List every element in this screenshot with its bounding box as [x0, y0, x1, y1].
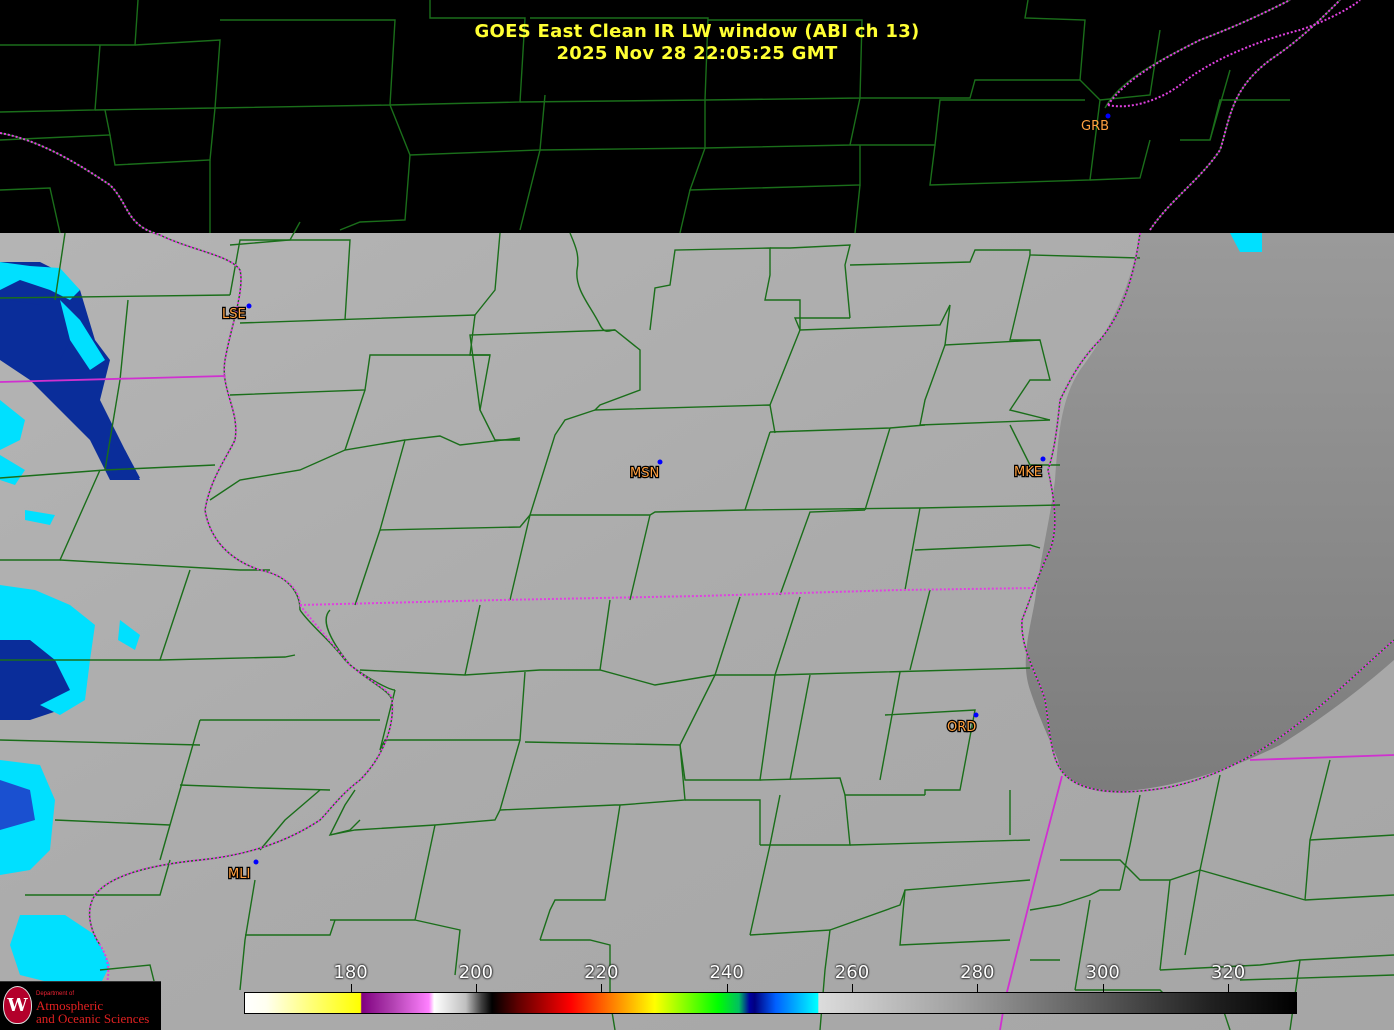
colorbar-tick-mark — [601, 984, 603, 992]
colorbar-tick-mark — [851, 984, 853, 992]
colorbar-tick-label-280: 280 — [960, 962, 995, 983]
colorbar-tick-mark — [475, 984, 477, 992]
satellite-image-page: GRB LSE MSN MKE ORD MLI GOES East Clean … — [0, 0, 1394, 1030]
colorbar-tick-label-220: 220 — [584, 962, 619, 983]
image-title: GOES East Clean IR LW window (ABI ch 13) — [474, 21, 920, 42]
colorbar-gradient — [244, 992, 1297, 1014]
colorbar-tick-label-200: 200 — [458, 962, 494, 983]
uw-seal-icon: W — [3, 986, 32, 1024]
colorbar-tick-mark — [977, 984, 979, 992]
aos-logo: W Department of Atmospheric and Oceanic … — [0, 981, 161, 1030]
colorbar-tick-label-260: 260 — [834, 962, 870, 983]
station-label-msn: MSN — [630, 466, 659, 481]
station-label-ord: ORD — [947, 720, 976, 735]
image-timestamp: 2025 Nov 28 22:05:25 GMT — [556, 43, 838, 64]
seal-letter: W — [7, 995, 28, 1016]
colorbar-tick-mark — [1102, 984, 1104, 992]
colorbar: 180 200 220 240 260 280 300 320 — [244, 962, 1297, 1016]
station-label-lse: LSE — [222, 307, 246, 322]
colorbar-tick-label-320: 320 — [1210, 962, 1246, 983]
colorbar-tick-mark — [1228, 984, 1230, 992]
station-label-grb: GRB — [1081, 119, 1109, 134]
logo-dept-text: Department of — [36, 991, 75, 997]
station-label-mke: MKE — [1014, 465, 1042, 480]
satellite-map: GRB LSE MSN MKE ORD MLI — [0, 0, 1394, 1030]
colorbar-tick-label-300: 300 — [1085, 962, 1120, 983]
colorbar-tick-mark — [350, 984, 352, 992]
logo-line2: and Oceanic Sciences — [36, 1011, 150, 1026]
station-label-mli: MLI — [228, 867, 250, 882]
colorbar-tick-mark — [726, 984, 728, 992]
colorbar-tick-label-240: 240 — [709, 962, 744, 983]
colorbar-tick-label-180: 180 — [333, 962, 368, 983]
